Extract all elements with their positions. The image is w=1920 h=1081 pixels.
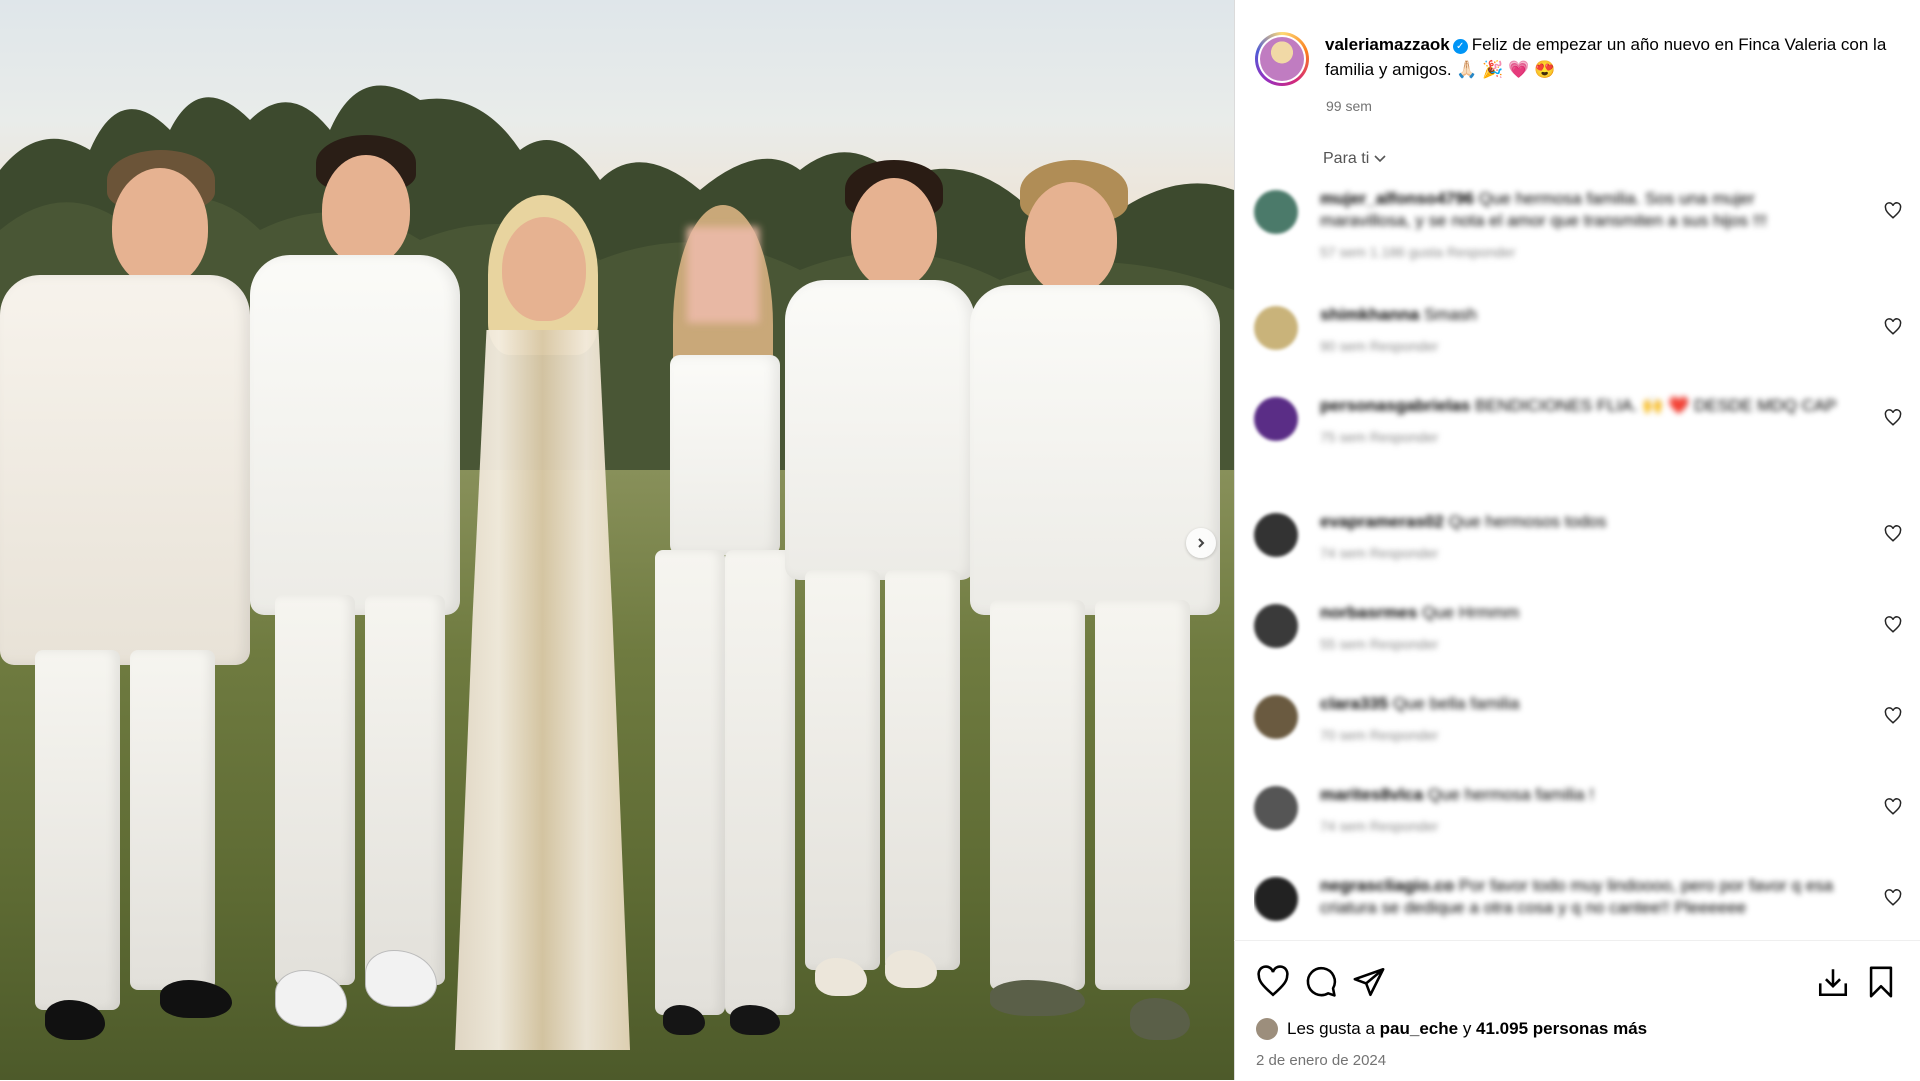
blurred-face	[687, 227, 759, 323]
comment: shimkhanna Smash 90 sem Responder	[1254, 304, 1904, 395]
heart-icon[interactable]	[1884, 318, 1902, 336]
heart-icon[interactable]	[1884, 889, 1902, 907]
heart-icon[interactable]	[1884, 707, 1902, 725]
likes-summary[interactable]: Les gusta a pau_eche y 41.095 personas m…	[1256, 1018, 1647, 1040]
comment-username[interactable]: evaprameras02	[1320, 512, 1444, 531]
chevron-down-icon	[1374, 155, 1386, 163]
comment-avatar[interactable]	[1254, 877, 1298, 921]
like-heart-icon[interactable]	[1256, 965, 1290, 999]
comment-meta: 57 sem 1.186 gusta Responder	[1320, 244, 1516, 260]
comment-avatar[interactable]	[1254, 695, 1298, 739]
post-time: 99 sem	[1326, 98, 1372, 114]
comment-text: Smash	[1423, 305, 1477, 324]
comment: negrascliagio.co Por favor todo muy lind…	[1254, 875, 1904, 935]
likes-prefix: Les gusta a	[1287, 1019, 1375, 1038]
person-6	[970, 160, 1220, 1060]
author-avatar[interactable]	[1255, 32, 1309, 86]
likes-count[interactable]: 41.095 personas más	[1476, 1019, 1647, 1039]
comment-meta: 74 sem Responder	[1320, 545, 1439, 561]
comment-username[interactable]: marites8vlca	[1320, 785, 1423, 804]
chevron-right-icon	[1198, 538, 1205, 548]
save-download-icon[interactable]	[1816, 965, 1850, 999]
likes-connector: y	[1462, 1019, 1472, 1038]
person-2	[250, 135, 460, 1035]
post-photo[interactable]	[0, 0, 1234, 1080]
comment-username[interactable]: negrascliagio.co	[1320, 876, 1454, 895]
comment-avatar[interactable]	[1254, 604, 1298, 648]
liker-avatar[interactable]	[1256, 1018, 1278, 1040]
comments-list: mujer_alfonso4796 Que hermosa familia. S…	[1254, 188, 1904, 935]
comment-username[interactable]: shimkhanna	[1320, 305, 1419, 324]
verified-badge-icon: ✓	[1452, 39, 1468, 54]
comment-text: Que hermosa familia !	[1427, 785, 1595, 804]
comment-avatar[interactable]	[1254, 397, 1298, 441]
comment: mujer_alfonso4796 Que hermosa familia. S…	[1254, 188, 1904, 304]
comment: clara335 Que bella familia 70 sem Respond…	[1254, 693, 1904, 784]
heart-icon[interactable]	[1884, 409, 1902, 427]
comment-username[interactable]: norbasrmes	[1320, 603, 1417, 622]
comment-meta: 74 sem Responder	[1320, 818, 1439, 834]
comment-meta: 70 sem Responder	[1320, 727, 1439, 743]
share-icon[interactable]	[1352, 965, 1386, 999]
comment-username[interactable]: clara335	[1320, 694, 1388, 713]
author-username[interactable]: valeriamazzaok	[1325, 35, 1450, 54]
comment-avatar[interactable]	[1254, 306, 1298, 350]
comment-text: BENDICIONES FLIA. 🙌 ❤️ DESDE MDQ CAP	[1474, 396, 1837, 415]
comment-username[interactable]: mujer_alfonso4796	[1320, 189, 1474, 208]
comment-username[interactable]: personasgabrielas	[1320, 396, 1470, 415]
comment-meta: 90 sem Responder	[1320, 338, 1439, 354]
comment: personasgabrielas BENDICIONES FLIA. 🙌 ❤️…	[1254, 395, 1904, 511]
carousel-next-button[interactable]	[1186, 528, 1216, 558]
heart-icon[interactable]	[1884, 616, 1902, 634]
comment-text: Que hermosos todos	[1448, 512, 1607, 531]
comment-meta: 55 sem Responder	[1320, 636, 1439, 652]
person-1	[0, 150, 250, 1050]
heart-icon[interactable]	[1884, 202, 1902, 220]
comment-avatar[interactable]	[1254, 190, 1298, 234]
comment-sort-dropdown[interactable]: Para ti	[1323, 150, 1387, 168]
heart-icon[interactable]	[1884, 525, 1902, 543]
post-caption: valeriamazzaok ✓ Feliz de empezar un año n…	[1255, 32, 1895, 86]
liker-username[interactable]: pau_eche	[1380, 1019, 1458, 1039]
comment-text: Que Hrmmm	[1422, 603, 1520, 622]
person-3	[440, 195, 640, 1055]
bookmark-icon[interactable]	[1864, 965, 1898, 999]
comment: norbasrmes Que Hrmmm 55 sem Responder	[1254, 602, 1904, 693]
comment-text: Que bella familia	[1392, 694, 1520, 713]
comment-avatar[interactable]	[1254, 513, 1298, 557]
post-date: 2 de enero de 2024	[1256, 1052, 1387, 1069]
person-5	[785, 160, 975, 1020]
comment: marites8vlca Que hermosa familia ! 74 sem…	[1254, 784, 1904, 875]
comment-icon[interactable]	[1304, 965, 1338, 999]
comment-meta: 75 sem Responder	[1320, 429, 1439, 445]
heart-icon[interactable]	[1884, 798, 1902, 816]
sort-label: Para ti	[1323, 150, 1370, 167]
comment: evaprameras02 Que hermosos todos 74 sem R…	[1254, 511, 1904, 602]
comment-avatar[interactable]	[1254, 786, 1298, 830]
